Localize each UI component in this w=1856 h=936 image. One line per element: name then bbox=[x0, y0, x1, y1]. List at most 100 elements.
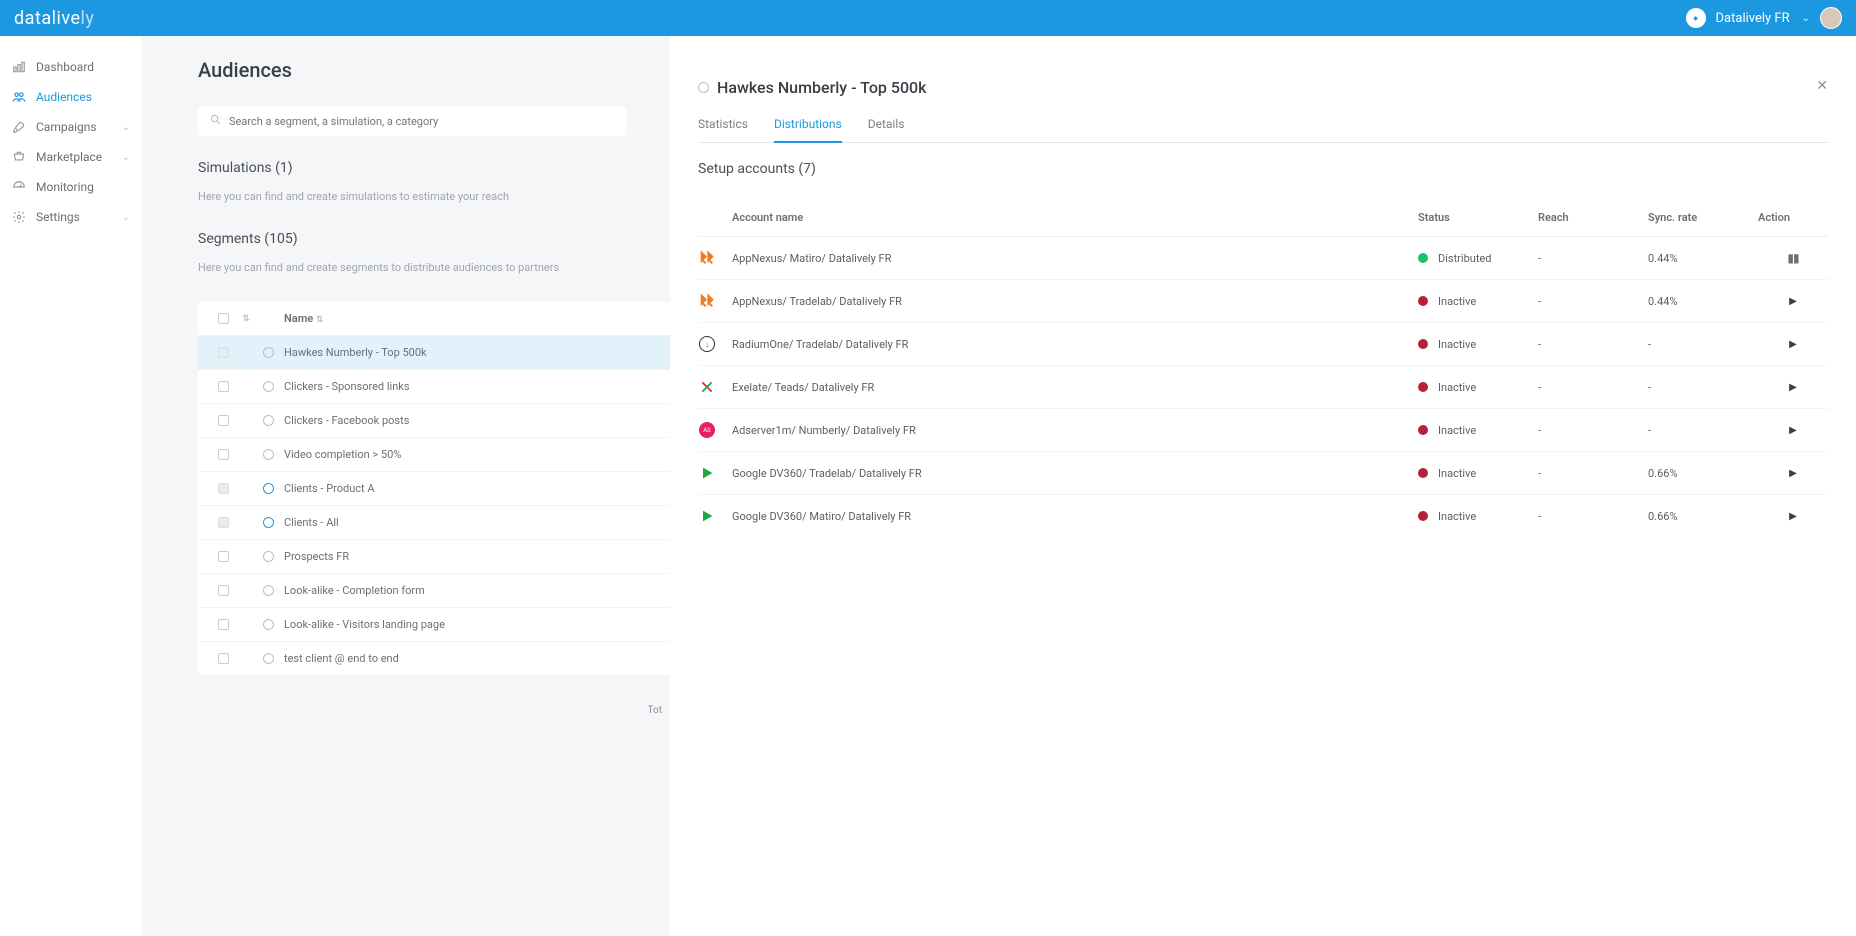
avatar[interactable] bbox=[1820, 7, 1842, 29]
status-dot-icon bbox=[1418, 468, 1428, 478]
segment-row[interactable]: Look-alike - Completion form bbox=[198, 574, 670, 608]
sync-value: 0.44% bbox=[1648, 252, 1758, 265]
pause-button[interactable]: ▮▮ bbox=[1787, 251, 1798, 265]
select-all-checkbox[interactable] bbox=[212, 313, 234, 324]
segment-name: Prospects FR bbox=[278, 550, 666, 563]
status-dot-icon bbox=[1418, 425, 1428, 435]
chevron-down-icon: ⌄ bbox=[122, 152, 130, 163]
google-dv360-icon bbox=[698, 507, 716, 525]
globe-icon bbox=[258, 653, 278, 664]
totals-label: Tot bbox=[198, 705, 670, 716]
status-dot-icon bbox=[1418, 296, 1428, 306]
status-dot-icon bbox=[1418, 339, 1428, 349]
search-input[interactable] bbox=[229, 115, 614, 128]
brand-prefix: data bbox=[14, 8, 52, 29]
reach-value: - bbox=[1538, 252, 1648, 265]
row-checkbox[interactable] bbox=[212, 551, 234, 562]
play-button[interactable]: ▶ bbox=[1789, 468, 1797, 479]
account-row: Google DV360/ Tradelab/ Datalively FR In… bbox=[698, 452, 1828, 495]
account-name: Exelate/ Teads/ Datalively FR bbox=[732, 381, 1418, 394]
globe-icon bbox=[258, 415, 278, 426]
detail-tabs: Statistics Distributions Details bbox=[698, 117, 1828, 143]
sidebar-item-dashboard[interactable]: Dashboard bbox=[0, 52, 142, 82]
detail-header: Hawkes Numberly - Top 500k bbox=[698, 78, 1828, 97]
account-name: AppNexus/ Tradelab/ Datalively FR bbox=[732, 295, 1418, 308]
org-name[interactable]: Datalively FR bbox=[1716, 11, 1790, 26]
segment-row[interactable]: Video completion > 50% bbox=[198, 438, 670, 472]
globe-icon bbox=[258, 347, 278, 358]
google-dv360-icon bbox=[698, 464, 716, 482]
sidebar-item-audiences[interactable]: Audiences bbox=[0, 82, 142, 112]
row-checkbox[interactable] bbox=[212, 517, 234, 528]
tab-statistics[interactable]: Statistics bbox=[698, 117, 748, 142]
sort-icon[interactable]: ⇅ bbox=[234, 314, 258, 324]
topbar-right: ◆ Datalively FR ⌄ bbox=[1686, 7, 1842, 29]
row-checkbox[interactable] bbox=[212, 619, 234, 630]
status-cell: Inactive bbox=[1418, 381, 1538, 394]
tab-distributions[interactable]: Distributions bbox=[774, 117, 842, 143]
account-row: Google DV360/ Matiro/ Datalively FR Inac… bbox=[698, 495, 1828, 537]
appnexus-icon bbox=[698, 249, 716, 267]
account-row: ↓ RadiumOne/ Tradelab/ Datalively FR Ina… bbox=[698, 323, 1828, 366]
segment-row[interactable]: Clients - All bbox=[198, 506, 670, 540]
name-column-header[interactable]: Name ⇅ bbox=[278, 312, 666, 325]
chevron-down-icon: ⌄ bbox=[122, 122, 130, 133]
play-button[interactable]: ▶ bbox=[1789, 425, 1797, 436]
segment-row[interactable]: Hawkes Numberly - Top 500k bbox=[198, 336, 670, 370]
sidebar-item-label: Marketplace bbox=[36, 150, 102, 164]
org-badge-icon: ◆ bbox=[1686, 8, 1706, 28]
play-button[interactable]: ▶ bbox=[1789, 296, 1797, 307]
status-dot-icon bbox=[1418, 253, 1428, 263]
sidebar-item-marketplace[interactable]: Marketplace ⌄ bbox=[0, 142, 142, 172]
appnexus-icon bbox=[698, 292, 716, 310]
segment-row[interactable]: Clickers - Facebook posts bbox=[198, 404, 670, 438]
row-checkbox[interactable] bbox=[212, 415, 234, 426]
tab-details[interactable]: Details bbox=[868, 117, 905, 142]
brand-mid: live bbox=[52, 8, 81, 29]
segment-row[interactable]: Look-alike - Visitors landing page bbox=[198, 608, 670, 642]
segment-row[interactable]: Clickers - Sponsored links bbox=[198, 370, 670, 404]
segment-row[interactable]: test client @ end to end bbox=[198, 642, 670, 675]
sidebar-item-label: Campaigns bbox=[36, 120, 97, 134]
row-checkbox[interactable] bbox=[212, 381, 234, 392]
reach-value: - bbox=[1538, 424, 1648, 437]
sidebar: Dashboard Audiences Campaigns ⌄ Marketpl… bbox=[0, 36, 142, 936]
row-checkbox[interactable] bbox=[212, 585, 234, 596]
reach-value: - bbox=[1538, 467, 1648, 480]
play-button[interactable]: ▶ bbox=[1789, 339, 1797, 350]
rocket-icon bbox=[12, 120, 26, 134]
sidebar-item-monitoring[interactable]: Monitoring bbox=[0, 172, 142, 202]
play-button[interactable]: ▶ bbox=[1789, 382, 1797, 393]
segment-row[interactable]: Prospects FR bbox=[198, 540, 670, 574]
users-icon bbox=[12, 90, 26, 104]
globe-icon bbox=[258, 381, 278, 392]
accounts-header-row: Account name Status Reach Sync. rate Act… bbox=[698, 199, 1828, 237]
status-label: Inactive bbox=[1438, 424, 1476, 437]
radiumone-icon: ↓ bbox=[698, 335, 716, 353]
detail-pane: ✕ Hawkes Numberly - Top 500k Statistics D… bbox=[670, 36, 1856, 936]
segments-table: ⇅ Name ⇅ Hawkes Numberly - Top 500k Clic… bbox=[198, 302, 670, 675]
sync-value: 0.66% bbox=[1648, 510, 1758, 523]
search-box[interactable] bbox=[198, 106, 626, 136]
row-checkbox[interactable] bbox=[212, 483, 234, 494]
sync-value: 0.66% bbox=[1648, 467, 1758, 480]
accounts-table: Account name Status Reach Sync. rate Act… bbox=[698, 199, 1828, 537]
play-button[interactable]: ▶ bbox=[1789, 511, 1797, 522]
globe-icon bbox=[258, 517, 278, 528]
sidebar-item-campaigns[interactable]: Campaigns ⌄ bbox=[0, 112, 142, 142]
account-name: Google DV360/ Matiro/ Datalively FR bbox=[732, 510, 1418, 523]
col-sync: Sync. rate bbox=[1648, 211, 1758, 224]
reach-value: - bbox=[1538, 510, 1648, 523]
chevron-down-icon[interactable]: ⌄ bbox=[1802, 13, 1810, 24]
topbar: datalively ◆ Datalively FR ⌄ bbox=[0, 0, 1856, 36]
account-row: AppNexus/ Tradelab/ Datalively FR Inacti… bbox=[698, 280, 1828, 323]
segment-name: Clickers - Sponsored links bbox=[278, 380, 666, 393]
row-checkbox[interactable] bbox=[212, 347, 234, 358]
segment-name: test client @ end to end bbox=[278, 652, 666, 665]
row-checkbox[interactable] bbox=[212, 653, 234, 664]
sidebar-item-settings[interactable]: Settings ⌄ bbox=[0, 202, 142, 232]
exelate-icon bbox=[698, 378, 716, 396]
row-checkbox[interactable] bbox=[212, 449, 234, 460]
close-icon[interactable]: ✕ bbox=[1816, 78, 1828, 94]
segment-row[interactable]: Clients - Product A bbox=[198, 472, 670, 506]
